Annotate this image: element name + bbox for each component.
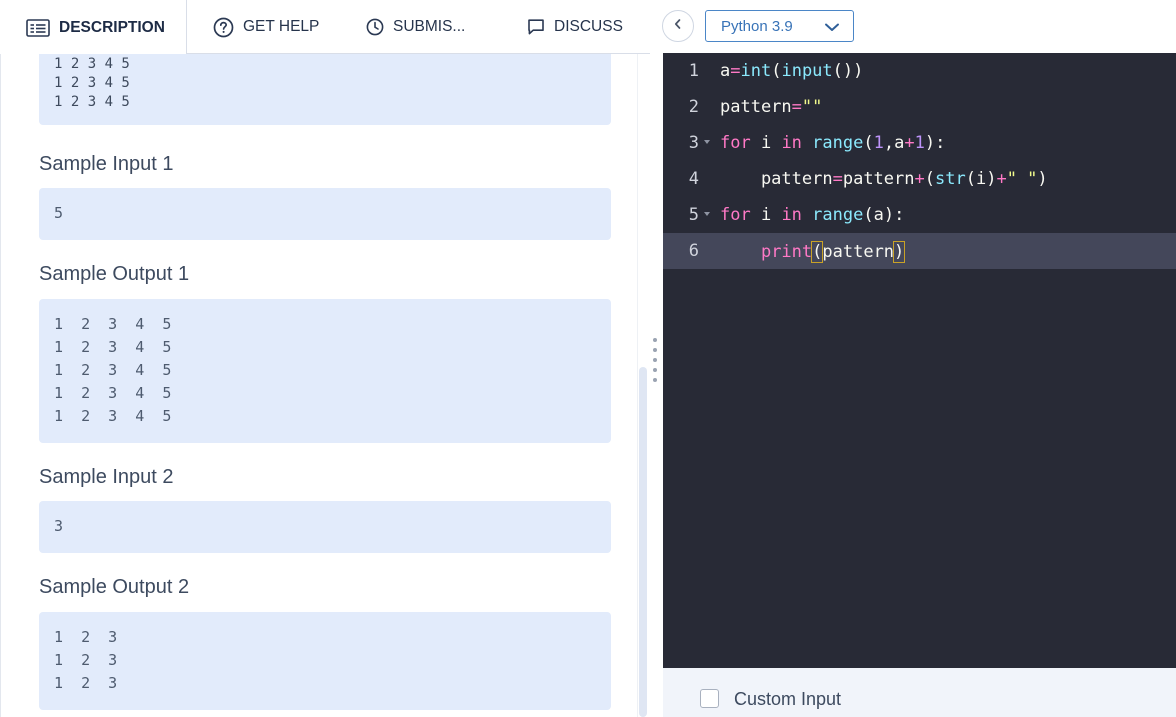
language-select[interactable]: Python 3.9 (705, 10, 854, 42)
code-workspace: DESCRIPTION GET HELP SUBMIS... DISCUSS 1… (0, 0, 1176, 717)
code-text: for i in range(a): (720, 205, 905, 225)
tab-get-help-label: GET HELP (243, 18, 320, 35)
code-text: for i in range(1,a+1): (720, 133, 946, 153)
editor-footer: Custom Input (663, 668, 1176, 717)
chevron-down-icon (824, 20, 840, 37)
panel-resize-handle[interactable] (648, 54, 663, 717)
code-editor[interactable]: 1 a=int(input()) 2 pattern="" 3 for i in… (663, 53, 1176, 668)
custom-input-checkbox[interactable] (700, 689, 719, 708)
previous-output-text: 1 2 3 4 5 1 2 3 4 5 1 2 3 4 5 (54, 56, 130, 110)
editor-toolbar: Python 3.9 (650, 0, 1176, 54)
sample-output-2-title: Sample Output 2 (39, 576, 190, 598)
sample-input-2-text: 3 (54, 517, 64, 535)
tab-description-label: DESCRIPTION (59, 18, 165, 36)
chevron-left-icon (673, 17, 683, 35)
sample-output-1-text: 1 2 3 4 5 1 2 3 4 5 1 2 3 4 5 1 2 3 4 5 … (54, 315, 172, 425)
description-scrollbar[interactable] (637, 54, 648, 717)
tab-submissions-label: SUBMIS... (393, 18, 466, 35)
tab-discuss[interactable]: DISCUSS (527, 0, 623, 54)
code-line[interactable]: 4 pattern=pattern+(str(i)+" ") (663, 161, 1176, 197)
document-list-icon (26, 18, 50, 37)
code-text: pattern="" (720, 97, 823, 117)
tab-discuss-label: DISCUSS (554, 18, 623, 35)
line-number: 1 (688, 61, 699, 81)
code-line[interactable]: 2 pattern="" (663, 89, 1176, 125)
line-number: 5 (688, 205, 699, 225)
problem-description-panel: 1 2 3 4 5 1 2 3 4 5 1 2 3 4 5 Sample Inp… (1, 54, 637, 717)
sample-output-2-box: 1 2 3 1 2 3 1 2 3 (39, 612, 611, 710)
sample-input-2-box: 3 (39, 501, 611, 553)
custom-input-label[interactable]: Custom Input (734, 689, 841, 710)
code-text: a=int(input()) (720, 61, 864, 81)
sample-output-1-title: Sample Output 1 (39, 263, 190, 285)
previous-output-box: 1 2 3 4 5 1 2 3 4 5 1 2 3 4 5 (39, 54, 611, 125)
clock-icon (366, 18, 384, 36)
problem-tab-bar: DESCRIPTION GET HELP SUBMIS... DISCUSS (0, 0, 650, 55)
chat-bubble-icon (527, 18, 545, 36)
language-select-value: Python 3.9 (721, 17, 793, 35)
sample-input-1-box: 5 (39, 188, 611, 240)
line-number: 4 (688, 169, 699, 189)
collapse-panel-button[interactable] (662, 10, 694, 42)
text-cursor (904, 241, 906, 263)
sample-input-1-title: Sample Input 1 (39, 153, 174, 175)
code-line[interactable]: 3 for i in range(1,a+1): (663, 125, 1176, 161)
code-line[interactable]: 1 a=int(input()) (663, 53, 1176, 89)
sample-output-2-text: 1 2 3 1 2 3 1 2 3 (54, 628, 118, 692)
code-text: print(pattern) (760, 241, 906, 263)
tab-submissions[interactable]: SUBMIS... (366, 0, 465, 54)
tab-get-help[interactable]: GET HELP (213, 0, 319, 54)
sample-input-2-title: Sample Input 2 (39, 466, 174, 488)
line-number: 3 (688, 133, 699, 153)
scrollbar-thumb[interactable] (639, 367, 647, 717)
fold-arrow-icon[interactable] (704, 212, 710, 216)
drag-grip-icon (653, 338, 657, 386)
question-circle-icon (213, 17, 234, 38)
tab-description[interactable]: DESCRIPTION (0, 0, 187, 55)
sample-output-1-box: 1 2 3 4 5 1 2 3 4 5 1 2 3 4 5 1 2 3 4 5 … (39, 299, 611, 443)
line-number: 2 (688, 97, 699, 117)
sample-input-1-text: 5 (54, 204, 64, 222)
code-text: pattern=pattern+(str(i)+" ") (720, 169, 1048, 189)
line-number: 6 (688, 241, 699, 261)
code-line-active[interactable]: 6 print(pattern) (663, 233, 1176, 269)
code-line[interactable]: 5 for i in range(a): (663, 197, 1176, 233)
fold-arrow-icon[interactable] (704, 140, 710, 144)
